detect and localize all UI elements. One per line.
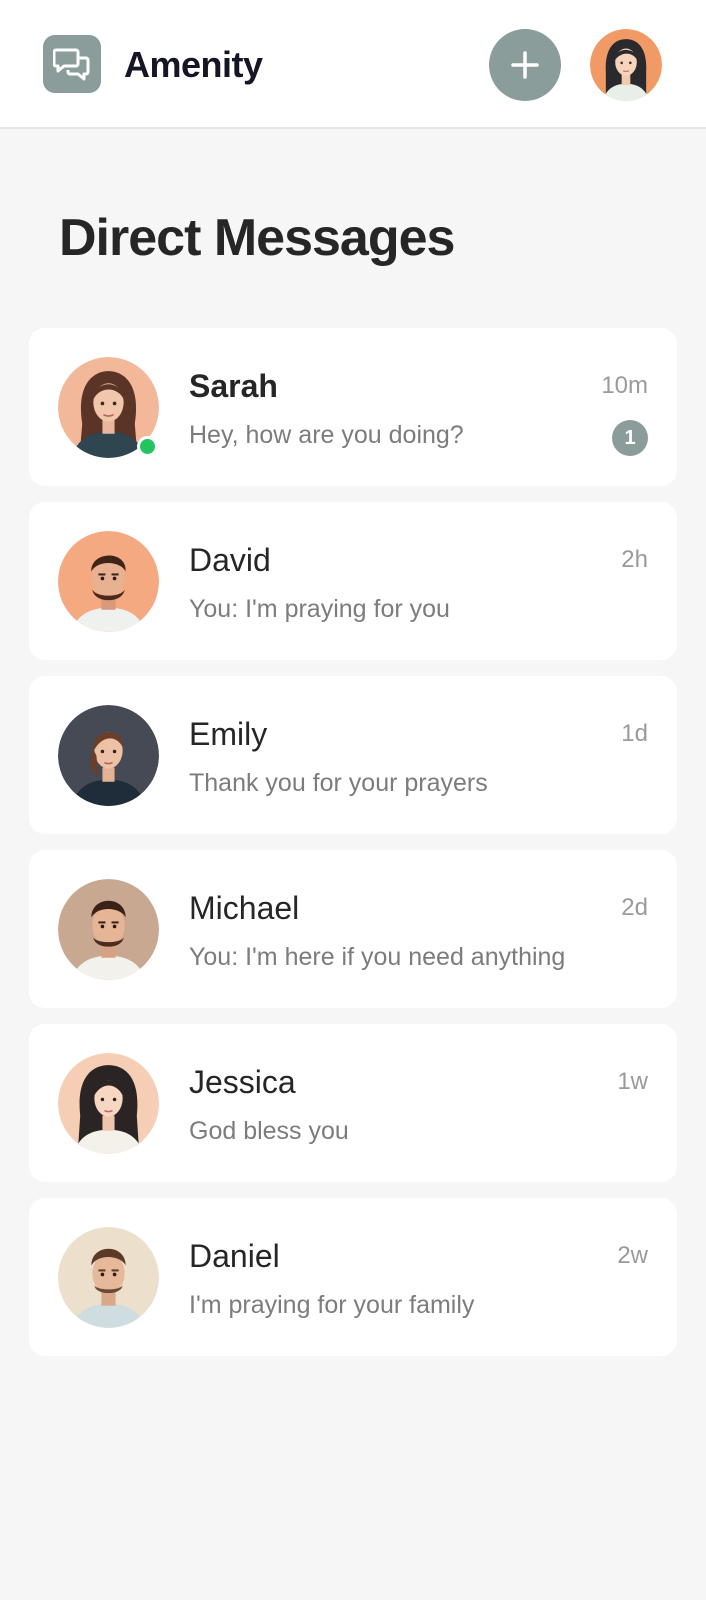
message-preview: I'm praying for your family <box>189 1291 475 1319</box>
plus-icon <box>511 51 539 79</box>
avatar-daniel <box>58 1227 159 1328</box>
avatar-michael <box>58 879 159 980</box>
conversation-list: Sarah Hey, how are you doing? 10m 1 Davi… <box>29 328 677 1372</box>
online-status-dot <box>137 436 158 457</box>
message-preview: You: I'm here if you need anything <box>189 943 566 971</box>
contact-name: Sarah <box>189 368 278 404</box>
contact-name: Michael <box>189 890 300 926</box>
conversation-item-jessica[interactable]: Jessica God bless you 1w <box>29 1024 677 1182</box>
message-time: 1d <box>621 720 648 747</box>
contact-name: Jessica <box>189 1064 296 1100</box>
message-time: 2d <box>621 894 648 921</box>
avatar-jessica <box>58 1053 159 1154</box>
message-time: 1w <box>617 1068 648 1095</box>
unread-badge: 1 <box>612 420 648 456</box>
page-title: Direct Messages <box>59 209 455 267</box>
message-preview: Thank you for your prayers <box>189 769 488 797</box>
conversation-item-emily[interactable]: Emily Thank you for your prayers 1d <box>29 676 677 834</box>
app-logo[interactable] <box>43 35 101 93</box>
contact-name: Emily <box>189 716 268 752</box>
new-message-button[interactable] <box>489 29 561 101</box>
avatar-emily <box>58 705 159 806</box>
conversation-item-michael[interactable]: Michael You: I'm here if you need anythi… <box>29 850 677 1008</box>
chat-bubbles-icon <box>53 48 90 81</box>
message-preview: God bless you <box>189 1117 349 1145</box>
message-preview: You: I'm praying for you <box>189 595 450 623</box>
conversation-item-daniel[interactable]: Daniel I'm praying for your family 2w <box>29 1198 677 1356</box>
app-name: Amenity <box>124 44 263 85</box>
avatar-david <box>58 531 159 632</box>
top-bar: Amenity <box>0 0 706 129</box>
message-preview: Hey, how are you doing? <box>189 421 464 449</box>
message-time: 2w <box>617 1242 648 1269</box>
message-time: 2h <box>621 546 648 573</box>
conversation-item-sarah[interactable]: Sarah Hey, how are you doing? 10m 1 <box>29 328 677 486</box>
profile-avatar[interactable] <box>590 29 662 101</box>
conversation-item-david[interactable]: David You: I'm praying for you 2h <box>29 502 677 660</box>
message-time: 10m <box>601 372 648 399</box>
contact-name: Daniel <box>189 1238 280 1274</box>
contact-name: David <box>189 542 271 578</box>
